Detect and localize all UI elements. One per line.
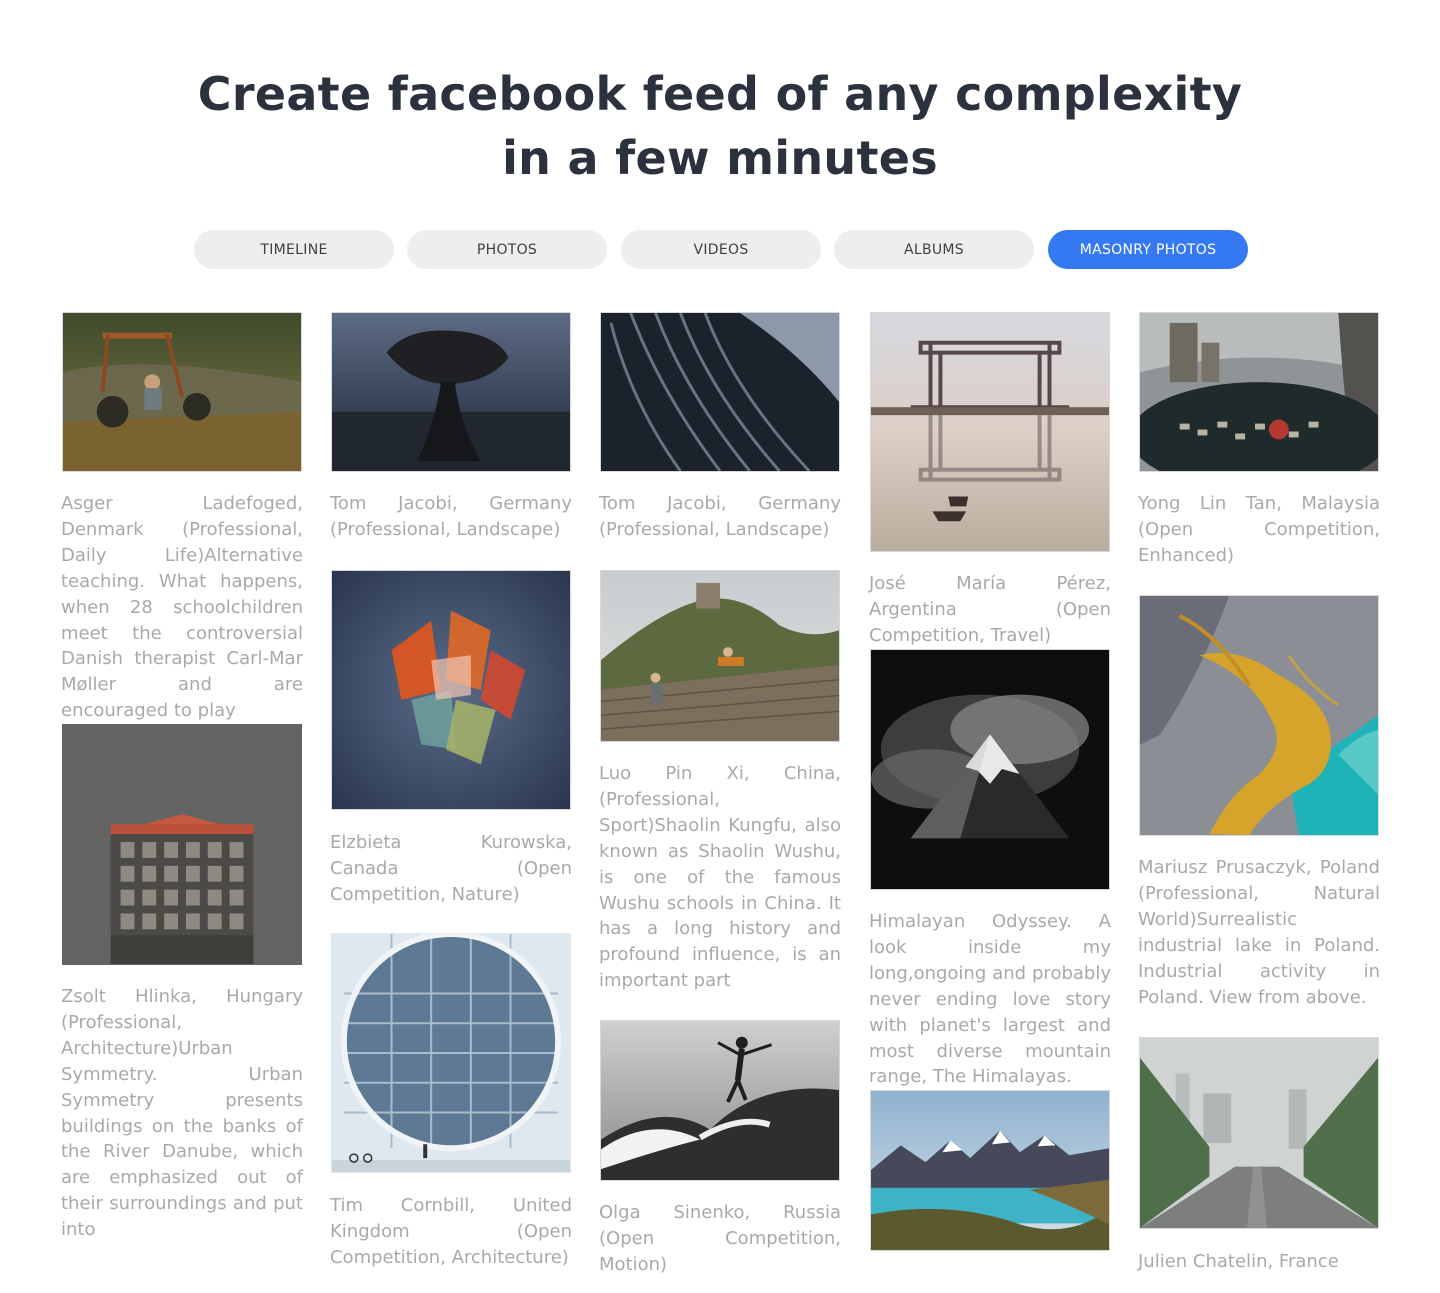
post-caption: Mariusz Prusaczyk, Poland (Professional,… bbox=[1138, 857, 1380, 1008]
post-caption: Olga Sinenko, Russia (Open Competition, … bbox=[599, 1202, 841, 1275]
page-title-line-1: Create facebook feed of any complexity bbox=[197, 67, 1243, 121]
bridge-reflection-photo[interactable] bbox=[870, 312, 1110, 552]
tab-videos[interactable]: VIDEOS bbox=[621, 230, 821, 269]
tab-photos[interactable]: PHOTOS bbox=[407, 230, 607, 269]
tab-masonry-photos[interactable]: MASONRY PHOTOS bbox=[1048, 230, 1248, 269]
surfer-photo[interactable] bbox=[600, 1020, 840, 1181]
city-fisheye-photo[interactable] bbox=[1139, 312, 1379, 472]
wave-rock-photo[interactable] bbox=[600, 312, 840, 472]
layout-tabs: TIMELINE PHOTOS VIDEOS ALBUMS MASONRY PH… bbox=[0, 230, 1440, 270]
glass-crystals-photo[interactable] bbox=[331, 570, 571, 810]
post-caption: Yong Lin Tan, Malaysia (Open Competition… bbox=[1138, 493, 1380, 566]
great-wall-kungfu-photo[interactable] bbox=[600, 570, 840, 742]
page-title-line-2: in a few minutes bbox=[502, 131, 938, 185]
patagonia-lake-photo[interactable] bbox=[870, 1090, 1110, 1251]
tab-timeline[interactable]: TIMELINE bbox=[194, 230, 394, 269]
building-photo[interactable] bbox=[62, 724, 302, 965]
post-caption: Elzbieta Kurowska, Canada (Open Competit… bbox=[330, 832, 572, 905]
page-title: Create facebook feed of any complexity i… bbox=[0, 62, 1440, 190]
himalaya-peak-photo[interactable] bbox=[870, 649, 1110, 890]
post-caption: Luo Pin Xi, China, (Professional, Sport)… bbox=[599, 763, 841, 992]
tab-albums[interactable]: ALBUMS bbox=[834, 230, 1034, 269]
post-caption: Asger Ladefoged, Denmark (Professional, … bbox=[61, 493, 303, 722]
post-caption: Zsolt Hlinka, Hungary (Professional, Arc… bbox=[61, 986, 303, 1241]
post-caption: Julien Chatelin, France bbox=[1138, 1251, 1339, 1272]
balancing-rock-photo[interactable] bbox=[331, 312, 571, 472]
post-caption: Tom Jacobi, Germany (Professional, Lands… bbox=[599, 493, 841, 540]
post-caption: Tom Jacobi, Germany (Professional, Lands… bbox=[330, 493, 572, 540]
foggy-road-photo[interactable] bbox=[1139, 1037, 1379, 1229]
mud-buggy-photo[interactable] bbox=[62, 312, 302, 472]
post-caption: Himalayan Odyssey. A look inside my long… bbox=[869, 911, 1111, 1088]
round-window-photo[interactable] bbox=[331, 933, 571, 1173]
post-caption: Tim Cornbill, United Kingdom (Open Compe… bbox=[330, 1195, 572, 1268]
industrial-lake-photo[interactable] bbox=[1139, 595, 1379, 836]
post-caption: José María Pérez, Argentina (Open Compet… bbox=[869, 573, 1111, 646]
